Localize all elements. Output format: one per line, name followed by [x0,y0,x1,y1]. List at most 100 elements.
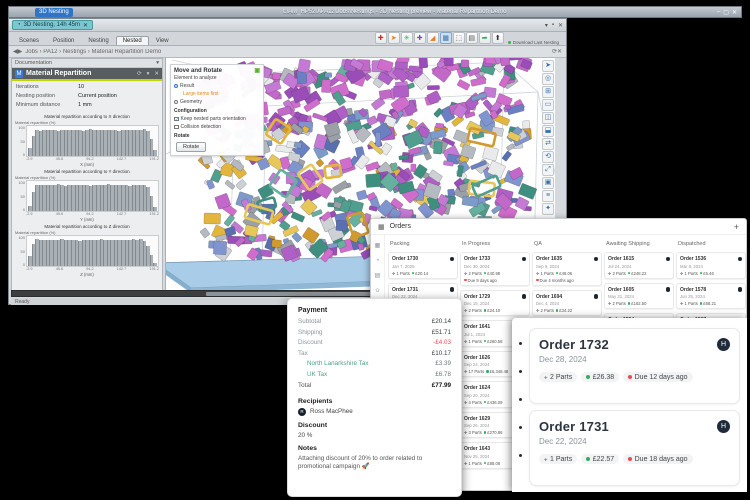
setting-value[interactable]: Current position [78,92,117,101]
window-controls[interactable]: –▢✕ [717,9,737,16]
green-dot-icon [484,340,487,343]
nav-back-forward-icons[interactable]: ◀▶ [13,48,22,55]
green-dot-icon [700,272,703,275]
order-card[interactable]: Order 1730Jan 7, 2025✚1 Parts£20.14 [388,252,458,279]
ribbon-tab[interactable]: Nested [116,36,149,45]
radio-option[interactable]: Geometry [174,98,260,106]
list-icon[interactable]: ≡ [542,190,554,202]
radio-option[interactable]: Result [174,82,260,90]
grid-icon[interactable]: ▦ [378,223,385,231]
close-icon[interactable]: ✕ [154,71,159,77]
chart-caption: Material repartition according to Y dire… [15,168,159,175]
orders-title: Orders [390,223,411,230]
app-window-icons[interactable]: ▾ ▪ ✕ [545,22,563,29]
snapshot-icon[interactable]: ▣ [542,177,554,189]
column-header: Dispatched [678,241,746,247]
split-view-icon[interactable]: ◫ [542,112,554,124]
viewport-tool-strip: ➤◎⊞▭◫⬓⇄⟲⤢▣≡✦ [541,60,555,215]
app-window-icon[interactable]: ▾ [545,22,548,29]
settings-icon[interactable]: ✦ [542,203,554,215]
order-card[interactable]: Order 1615Jul 24, 2024✚2 Parts£248.22 [604,252,674,279]
export-icon[interactable]: ➦ [479,32,491,44]
refresh-icon[interactable]: ⟳ [137,71,142,77]
slice-view-icon[interactable]: ▤ [466,32,478,44]
avatar [522,257,527,262]
boards-icon[interactable]: ▦ [375,243,381,249]
order-card[interactable]: Order 1605May 31, 2024✚2 Parts£162.50 [604,283,674,310]
breadcrumb-icon[interactable]: ✕ [557,49,562,55]
upload-icon[interactable]: ⬆ [492,32,504,44]
window-button[interactable]: – [717,9,720,16]
payment-label: North Lanarkshire Tax [307,359,368,370]
avatar [522,294,527,299]
notes-text: Attaching discount of 20% to order relat… [298,455,451,472]
avatar [666,287,671,292]
order-card[interactable]: Order 1694Dec 4, 2024✚2 Parts£34.22 [532,290,602,317]
setting-value[interactable]: 1 mm [78,101,92,110]
payment-value: £51.71 [432,328,451,339]
green-dot-icon [484,401,487,404]
card-menu-dot-icon[interactable] [519,342,522,345]
skip-icon[interactable]: ➤ [388,32,400,44]
order-card[interactable]: Order 1578Jun 25, 2024✚1 Parts£68.21 [676,283,746,310]
card-menu-dot-icon[interactable] [519,370,522,373]
viewport-toolbar: ✚➤✳✚◢▦⬚▤➦⬆ [375,32,504,45]
grid-icon[interactable]: ⊞ [542,86,554,98]
checkbox-option[interactable]: Collision detection [174,123,260,131]
breadcrumb-action-icons[interactable]: ⟳✕ [552,48,562,55]
settings-row: Iterations10 [16,83,158,92]
app-window-icon[interactable]: ✕ [558,22,563,29]
ramp-icon[interactable]: ◢ [427,32,439,44]
ribbon-tab[interactable]: View [149,36,176,45]
window-button[interactable]: ▢ [723,9,729,16]
checkbox-option[interactable]: ✓Keep nested parts orientation [174,115,260,123]
y-tick: 50 [15,194,25,199]
card-menu-dot-icon[interactable] [519,454,522,457]
scale-icon[interactable]: ⤢ [542,164,554,176]
cursor-icon[interactable]: ➤ [542,60,554,72]
histogram-block: Material repartition according to Y dire… [15,168,159,222]
card-menu-dot-icon[interactable] [519,398,522,401]
order-detail-card[interactable]: Order 1731HDec 22, 2024✚1 Parts£22.57Due… [529,410,740,486]
ribbon-tab[interactable]: Position [46,36,81,45]
add-platform-icon[interactable]: ✚ [414,32,426,44]
star-icon[interactable]: ✩ [375,288,380,294]
app-window-icon[interactable]: ▪ [552,22,554,29]
marquee-select-icon[interactable]: ⬚ [453,32,465,44]
target-icon[interactable]: ◎ [542,73,554,85]
session-tab[interactable]: ◔ 3D Nesting, 14h 45m ✕ [12,20,93,30]
order-card[interactable]: Order 1635Sep 9, 2024✚1 Parts£48.06Due 4… [532,252,602,286]
setting-value[interactable]: 10 [78,83,84,92]
parts-badge: ✚1 Parts [464,461,482,466]
order-card-date: Mar 8, 2024 [680,264,742,269]
list-icon[interactable]: ▤ [375,273,381,279]
rotate-tool-icon[interactable]: ⟲ [542,151,554,163]
ribbon-tab[interactable]: Scenes [12,36,46,45]
chevron-down-icon[interactable]: ▾ [156,60,159,66]
collapse-icon[interactable]: ▾ [147,71,150,77]
order-card[interactable]: Order 1536Mar 8, 2024✚1 Parts£5.46 [676,252,746,279]
optimize-icon[interactable]: ✳ [401,32,413,44]
rotate-button[interactable]: Rotate [176,142,206,152]
x-tick: 45.6 [56,212,63,217]
window-button[interactable]: ✕ [732,9,737,16]
recent-icon[interactable]: ◔ [376,258,380,264]
swap-icon[interactable]: ⇄ [542,138,554,150]
ribbon-tab[interactable]: Nesting [81,36,115,45]
y-tick: 50 [15,249,25,254]
order-card[interactable]: Order 1729Dec 15, 2024✚2 Parts£24.10 [460,290,530,317]
close-icon[interactable]: ✕ [83,22,88,29]
y-tick: 0 [15,207,25,212]
flat-view-icon[interactable]: ▭ [542,99,554,111]
add-order-button[interactable]: + [734,222,739,232]
add-part-icon[interactable]: ✚ [375,32,387,44]
payment-label: UK Tax [307,370,327,381]
order-detail-card[interactable]: Order 1732HDec 28, 2024✚2 Parts£26.38Due… [529,328,740,404]
bounding-box-icon[interactable]: ▦ [440,32,452,44]
download-last-nesting-caption[interactable]: Download Last Nesting [508,40,559,45]
plus-icon: ✚ [464,308,468,313]
nav-arrow-icon[interactable]: ▶ [18,49,23,55]
section-icon[interactable]: ⬓ [542,125,554,137]
order-card[interactable]: Order 1733Dec 30, 2024✚2 Parts£40.98Due … [460,252,530,286]
card-menu-dot-icon[interactable] [519,426,522,429]
